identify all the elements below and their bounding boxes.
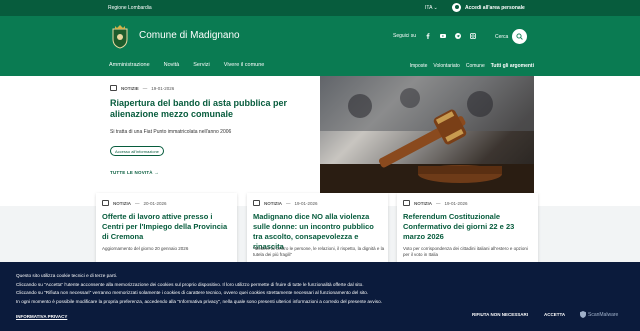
topics-navigation: Imposte Volontariato Comune Tutti gli ar… bbox=[410, 63, 534, 69]
cookie-line: Cliccando su "Rifiuta non necessari" ver… bbox=[16, 290, 369, 296]
hero-title[interactable]: Riapertura del bando di asta pubblica pe… bbox=[110, 98, 305, 120]
topic-tag[interactable]: Accesso all'informazione bbox=[110, 146, 164, 156]
topic-comune[interactable]: Comune bbox=[466, 63, 485, 69]
cookie-banner: Questo sito utilizza cookie tecnici e di… bbox=[0, 262, 640, 331]
hero-date: 19-01-2026 bbox=[151, 85, 175, 91]
topic-volontariato[interactable]: Volontariato bbox=[433, 63, 459, 69]
region-link[interactable]: Regione Lombardia bbox=[108, 5, 152, 11]
site-header: Comune di Madignano Seguici su Cerca Amm… bbox=[0, 16, 640, 76]
hero-image bbox=[320, 76, 534, 193]
calendar-icon bbox=[253, 200, 260, 206]
language-selector[interactable]: ITA ⌄ bbox=[425, 5, 438, 11]
calendar-icon bbox=[403, 200, 410, 206]
cookie-line: Cliccando su "Accetta" l'utente acconsen… bbox=[16, 281, 364, 287]
main-navigation: Amministrazione Novità Servizi Vivere il… bbox=[109, 62, 264, 68]
scanmalware-badge[interactable]: ScanMalware bbox=[580, 311, 618, 318]
cookie-line: In ogni momento è possibile modificare l… bbox=[16, 298, 383, 304]
card-text: "Mettere al centro le persone, le relazi… bbox=[253, 246, 385, 257]
language-label: ITA bbox=[425, 5, 433, 11]
hero-meta: NOTIZIE — 19-01-2026 bbox=[110, 85, 174, 91]
cookie-text: Questo sito utilizza cookie tecnici e di… bbox=[16, 272, 382, 306]
social-links: Seguici su bbox=[393, 33, 477, 39]
all-news-label: TUTTE LE NOVITÀ bbox=[110, 170, 153, 175]
topic-imposte[interactable]: Imposte bbox=[410, 63, 428, 69]
crest-icon[interactable] bbox=[110, 23, 130, 49]
search-label: Cerca bbox=[495, 34, 509, 40]
brand-label: ScanMalware bbox=[588, 311, 619, 318]
card-date: 19-01-2026 bbox=[444, 200, 468, 206]
nav-item-vivere-il-comune[interactable]: Vivere il comune bbox=[224, 62, 265, 68]
login-link[interactable]: Accedi all'area personale bbox=[452, 3, 525, 12]
top-bar: Regione Lombardia ITA ⌄ Accedi all'area … bbox=[0, 0, 640, 16]
card-text: Aggiornamento del giorno 20 gennaio 2026 bbox=[102, 246, 189, 251]
calendar-icon bbox=[110, 85, 117, 91]
privacy-policy-link[interactable]: INFORMATIVA PRIVACY bbox=[16, 314, 67, 319]
login-label: Accedi all'area personale bbox=[465, 4, 525, 11]
card-text: Voto per corrispondenza dei cittadini it… bbox=[403, 246, 528, 257]
shield-icon bbox=[580, 311, 586, 318]
separator-dash: — bbox=[135, 200, 140, 206]
card-title[interactable]: Referendum Costituzionale Confermativo d… bbox=[403, 212, 535, 242]
search-button[interactable] bbox=[512, 29, 527, 44]
nav-item-novita[interactable]: Novità bbox=[164, 62, 180, 68]
separator-dash: — bbox=[286, 200, 291, 206]
news-card[interactable]: NOTIZIA — 20-01-2026 Offerte di lavoro a… bbox=[96, 193, 237, 268]
all-news-link[interactable]: TUTTE LE NOVITÀ → bbox=[110, 170, 159, 175]
news-card[interactable]: NOTIZIA — 19-01-2026 Madignano dice NO a… bbox=[247, 193, 388, 268]
facebook-icon[interactable] bbox=[425, 33, 431, 39]
nav-item-amministrazione[interactable]: Amministrazione bbox=[109, 62, 150, 68]
card-title[interactable]: Offerte di lavoro attive presso i Centri… bbox=[102, 212, 234, 242]
youtube-icon[interactable] bbox=[440, 33, 447, 39]
card-date: 20-01-2026 bbox=[143, 200, 167, 206]
card-meta: NOTIZIA — 19-01-2026 bbox=[253, 200, 318, 206]
card-meta: NOTIZIA — 20-01-2026 bbox=[102, 200, 167, 206]
calendar-icon bbox=[102, 200, 109, 206]
news-card[interactable]: NOTIZIA — 19-01-2026 Referendum Costituz… bbox=[397, 193, 538, 268]
featured-news: NOTIZIE — 19-01-2026 Riapertura del band… bbox=[0, 76, 640, 206]
reject-cookies-button[interactable]: RIFIUTA NON NECESSARI bbox=[472, 312, 528, 317]
gavel-photo bbox=[320, 76, 534, 193]
card-meta: NOTIZIA — 19-01-2026 bbox=[403, 200, 468, 206]
accept-cookies-button[interactable]: ACCETTA bbox=[544, 312, 565, 317]
card-date: 19-01-2026 bbox=[294, 200, 318, 206]
separator-dash: — bbox=[142, 85, 148, 91]
all-topics-link[interactable]: Tutti gli argomenti bbox=[491, 63, 534, 69]
search-icon bbox=[516, 33, 523, 40]
card-category: NOTIZIA bbox=[113, 200, 131, 206]
site-title[interactable]: Comune di Madignano bbox=[139, 30, 240, 41]
separator-dash: — bbox=[436, 200, 441, 206]
instagram-icon[interactable] bbox=[470, 33, 477, 39]
cookie-line: Questo sito utilizza cookie tecnici e di… bbox=[16, 273, 118, 278]
card-category: NOTIZIA bbox=[264, 200, 282, 206]
hero-category: NOTIZIE bbox=[121, 85, 139, 91]
hero-description: Si tratta di una Fiat Punto immatricolat… bbox=[110, 129, 232, 135]
telegram-icon[interactable] bbox=[455, 33, 462, 39]
card-category: NOTIZIA bbox=[414, 200, 432, 206]
nav-item-servizi[interactable]: Servizi bbox=[193, 62, 210, 68]
user-icon bbox=[452, 3, 461, 12]
follow-label: Seguici su bbox=[393, 33, 417, 39]
